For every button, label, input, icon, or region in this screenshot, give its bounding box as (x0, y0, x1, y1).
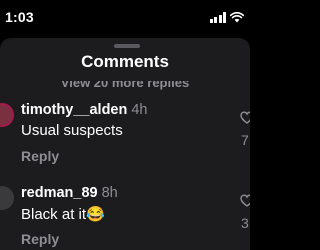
avatar[interactable] (0, 103, 14, 127)
heart-icon[interactable] (240, 111, 250, 124)
wifi-icon (230, 12, 244, 23)
scroll-fade (0, 74, 250, 81)
heart-icon[interactable] (240, 194, 250, 207)
signal-bars-icon (209, 12, 226, 23)
comment-item: timothy__alden 4h Usual suspects Reply 7 (0, 101, 250, 171)
comment-text: Usual suspects (21, 122, 123, 139)
like-count: 7 (241, 132, 249, 148)
status-bar: 1:03 (0, 0, 250, 36)
sheet-title: Comments (81, 52, 169, 71)
comment-header: timothy__alden 4h (21, 102, 148, 118)
comment-text: Black at it😂 (21, 206, 105, 223)
view-more-replies-button[interactable]: View 20 more replies (0, 74, 250, 90)
username[interactable]: redman_89 (21, 185, 98, 201)
comment-item: redman_89 8h Black at it😂 Reply 3 (0, 184, 250, 250)
drag-handle[interactable] (114, 44, 140, 48)
phone-screen: 1:03 Comments View 20 more replies timot… (0, 0, 250, 250)
avatar[interactable] (0, 186, 14, 210)
reply-button[interactable]: Reply (21, 148, 59, 164)
username[interactable]: timothy__alden (21, 102, 127, 118)
reply-button[interactable]: Reply (21, 231, 59, 247)
status-time: 1:03 (5, 9, 34, 25)
timestamp: 4h (131, 102, 148, 118)
comments-sheet: Comments View 20 more replies timothy__a… (0, 38, 250, 250)
comment-header: redman_89 8h (21, 185, 118, 201)
status-icons (209, 11, 244, 23)
timestamp: 8h (101, 185, 118, 201)
like-count: 3 (241, 215, 249, 231)
